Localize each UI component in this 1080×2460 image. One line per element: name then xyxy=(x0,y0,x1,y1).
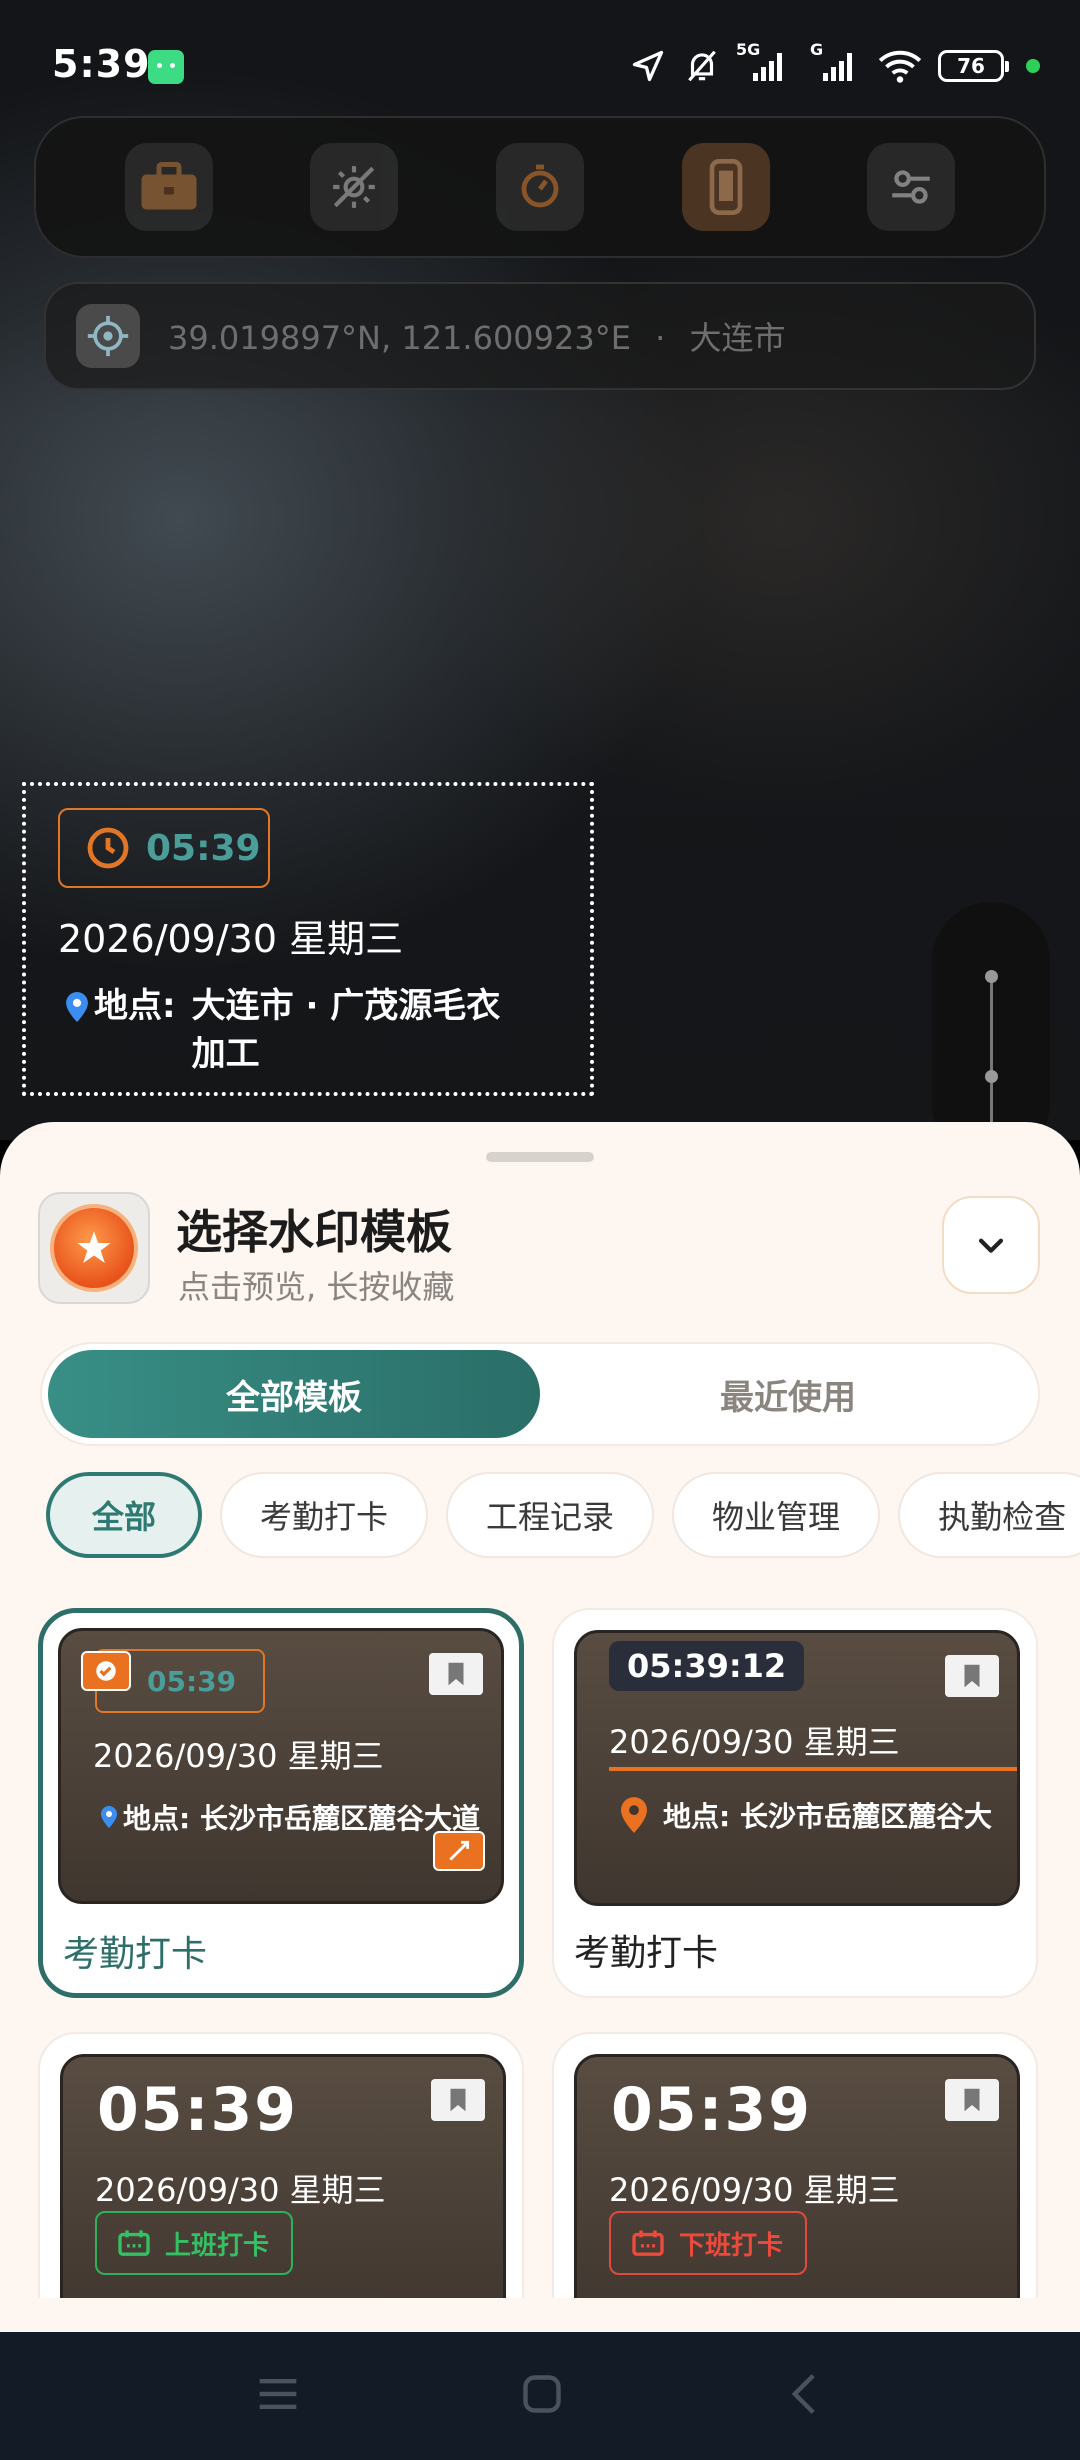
orange-divider xyxy=(609,1767,1017,1771)
pin-icon xyxy=(621,1797,647,1833)
signal-5g-icon: 5G xyxy=(736,40,792,86)
zoom-tick xyxy=(985,970,998,983)
flash-off-icon[interactable] xyxy=(310,143,399,231)
medal-icon xyxy=(50,1204,138,1292)
location-text: 大连市 · 广茂源毛衣 加工 xyxy=(182,982,501,1078)
sheet-title: 选择水印模板 xyxy=(176,1205,452,1259)
template-label: 考勤打卡 xyxy=(63,1934,208,1975)
calendar-icon xyxy=(118,2230,150,2256)
template-label: 考勤打卡 xyxy=(574,1933,719,1974)
template-date: 2026/09/30 星期三 xyxy=(93,1737,384,1775)
check-badge-icon xyxy=(81,1651,131,1691)
location-bar[interactable]: 39.019897°N, 121.600923°E · 大连市 xyxy=(44,282,1036,390)
briefcase-icon[interactable] xyxy=(124,143,213,231)
wifi-icon xyxy=(876,46,924,86)
system-nav-bar xyxy=(0,2332,1080,2460)
mute-bell-icon xyxy=(682,46,722,86)
android-icon xyxy=(148,50,184,84)
separator: · xyxy=(655,319,666,357)
status-time: 5:39 xyxy=(52,42,151,86)
camera-toolbar xyxy=(34,116,1046,258)
category-chips: 全部 考勤打卡 工程记录 物业管理 执勤检查 xyxy=(46,1472,1080,1568)
network-label: 5G xyxy=(736,40,761,59)
template-card[interactable]: 05:39 2026/09/30 星期三 地点: 长沙市岳麓区麓谷大道 考勤打卡 xyxy=(38,1608,524,1998)
camera-settings-icon[interactable] xyxy=(867,143,956,231)
collapse-button[interactable] xyxy=(942,1196,1040,1294)
location-prefix: 地点: xyxy=(94,986,176,1026)
back-icon[interactable] xyxy=(784,2372,824,2420)
pin-icon xyxy=(101,1806,117,1828)
home-icon[interactable] xyxy=(520,2372,564,2420)
pin-icon xyxy=(66,992,88,1022)
template-card[interactable]: 05:39 2026/09/30 星期三 上班打卡 xyxy=(38,2032,524,2298)
location-line-2: 加工 xyxy=(191,1034,260,1074)
template-card[interactable]: 05:39:12 2026/09/30 星期三 地点: 长沙市岳麓区麓谷大 考勤… xyxy=(552,1608,1038,1998)
location-text: 地点: 长沙市岳麓区麓谷大道 xyxy=(123,1802,480,1835)
zoom-tick xyxy=(985,1070,998,1083)
bookmark-icon[interactable] xyxy=(945,2079,999,2121)
privacy-dot-icon xyxy=(1026,59,1040,73)
tab-recent[interactable]: 最近使用 xyxy=(542,1350,1034,1438)
template-sheet: 选择水印模板 点击预览, 长按收藏 全部模板 最近使用 全部 考勤打卡 工程记录 物业… xyxy=(0,1122,1080,2332)
phone-frame-icon[interactable] xyxy=(681,143,770,231)
signal-icon: G xyxy=(806,40,862,86)
location-line-1: 大连市 · 广茂源毛衣 xyxy=(191,986,501,1026)
template-card[interactable]: 05:39 2026/09/30 星期三 下班打卡 xyxy=(552,2032,1038,2298)
segment-control: 全部模板 最近使用 xyxy=(40,1342,1040,1446)
time-pill: 05:39:12 xyxy=(609,1641,805,1691)
chip-property[interactable]: 物业管理 xyxy=(672,1472,881,1558)
zoom-track xyxy=(990,974,993,1124)
bookmark-icon[interactable] xyxy=(945,1655,999,1697)
location-text: 地点: 长沙市岳麓区麓谷大 xyxy=(663,1800,992,1833)
template-time: 05:39 xyxy=(611,2075,812,2145)
app-logo xyxy=(38,1192,150,1304)
network-label: G xyxy=(810,40,824,59)
template-date: 2026/09/30 星期三 xyxy=(95,2171,386,2209)
template-date: 2026/09/30 星期三 xyxy=(609,2171,900,2209)
chip-attendance[interactable]: 考勤打卡 xyxy=(220,1472,429,1558)
template-date: 2026/09/30 星期三 xyxy=(609,1723,900,1761)
edit-icon[interactable] xyxy=(433,1831,485,1871)
status-icons: 5G G 76 xyxy=(628,40,1040,86)
coords-text: 39.019897°N, 121.600923°E xyxy=(168,319,631,357)
template-location: 地点: 长沙市岳麓区麓谷大 xyxy=(621,1795,992,1835)
template-thumbnail: 05:39:12 2026/09/30 星期三 地点: 长沙市岳麓区麓谷大 xyxy=(574,1630,1020,1906)
watermark-location: 地点: 大连市 · 广茂源毛衣 加工 xyxy=(66,982,566,1078)
menu-icon[interactable] xyxy=(256,2374,300,2418)
clock-icon xyxy=(87,827,129,869)
watermark-time-box: 05:39 xyxy=(58,808,270,888)
chevron-down-icon xyxy=(978,1238,1004,1253)
template-thumbnail: 05:39 2026/09/30 星期三 上班打卡 xyxy=(60,2054,506,2298)
clock-in-badge: 上班打卡 xyxy=(95,2211,293,2275)
timer-icon[interactable] xyxy=(495,143,584,231)
watermark-date: 2026/09/30 星期三 xyxy=(58,917,404,961)
gps-target-icon xyxy=(76,304,140,368)
clock-out-badge: 下班打卡 xyxy=(609,2211,807,2275)
template-time: 05:39 xyxy=(97,2075,298,2145)
location-coords: 39.019897°N, 121.600923°E · 大连市 xyxy=(168,313,785,359)
template-time: 05:39:12 xyxy=(627,1647,787,1685)
template-time: 05:39 xyxy=(147,1664,237,1698)
chip-engineering[interactable]: 工程记录 xyxy=(446,1472,655,1558)
calendar-icon xyxy=(632,2230,664,2256)
location-arrow-icon xyxy=(628,46,668,86)
template-thumbnail: 05:39 2026/09/30 星期三 地点: 长沙市岳麓区麓谷大道 xyxy=(58,1628,504,1904)
badge-text: 上班打卡 xyxy=(165,2230,270,2261)
sheet-drag-handle[interactable] xyxy=(486,1152,594,1162)
tab-all-templates[interactable]: 全部模板 xyxy=(48,1350,540,1438)
bookmark-icon[interactable] xyxy=(429,1653,483,1695)
watermark-preview[interactable]: 05:39 2026/09/30 星期三 地点: 大连市 · 广茂源毛衣 加工 xyxy=(22,782,594,1096)
badge-text: 下班打卡 xyxy=(679,2230,784,2261)
template-location: 地点: 长沙市岳麓区麓谷大道 xyxy=(101,1797,480,1837)
template-thumbnail: 05:39 2026/09/30 星期三 下班打卡 xyxy=(574,2054,1020,2298)
sheet-subtitle: 点击预览, 长按收藏 xyxy=(178,1268,455,1306)
battery-icon: 76 xyxy=(938,50,1009,82)
city-text: 大连市 xyxy=(689,319,786,357)
chip-duty-check[interactable]: 执勤检查 xyxy=(898,1472,1080,1558)
watermark-time: 05:39 xyxy=(146,827,261,869)
bookmark-icon[interactable] xyxy=(431,2079,485,2121)
template-grid: 05:39 2026/09/30 星期三 地点: 长沙市岳麓区麓谷大道 考勤打卡 xyxy=(38,1608,1042,2298)
chip-all[interactable]: 全部 xyxy=(46,1472,203,1558)
